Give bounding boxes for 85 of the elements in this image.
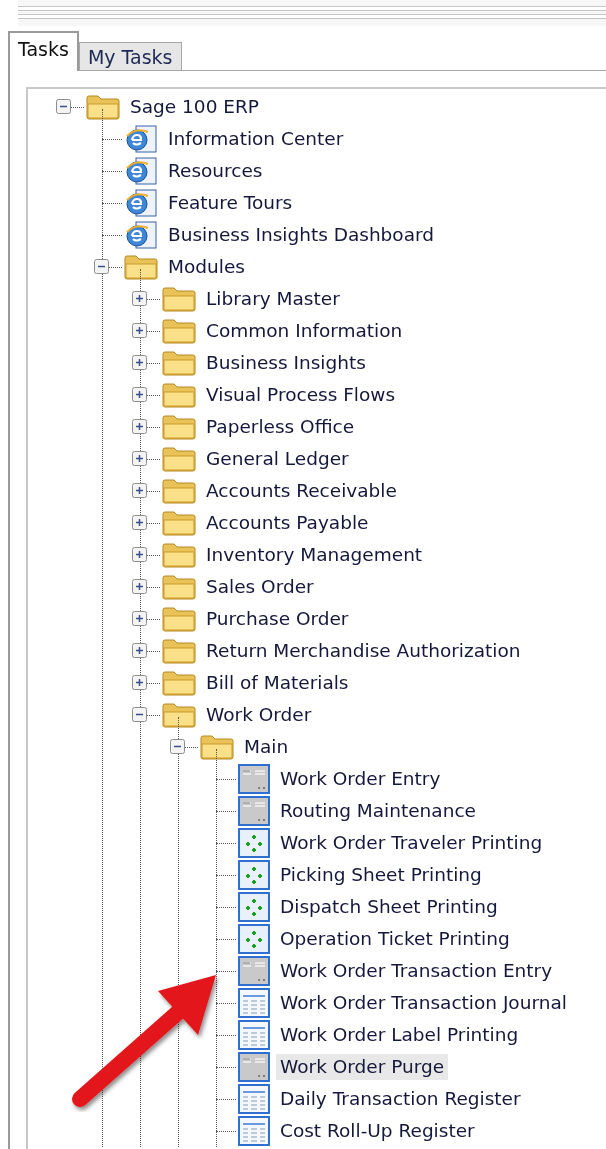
form-icon (238, 764, 270, 794)
report-icon (238, 988, 270, 1018)
tree-item[interactable]: Cost Roll-Up Register (276, 1118, 479, 1144)
web-page-icon (124, 220, 158, 250)
tree-item[interactable]: Inventory Management (202, 542, 427, 568)
tree-item[interactable]: Feature Tours (164, 190, 297, 216)
tree-item[interactable]: Paperless Office (202, 414, 359, 440)
form-icon (238, 796, 270, 826)
expand-toggle[interactable] (132, 291, 147, 306)
expand-toggle[interactable] (132, 515, 147, 530)
tree-item[interactable]: Common Information (202, 318, 407, 344)
form-icon (238, 1052, 270, 1082)
expand-toggle[interactable] (56, 99, 71, 114)
tree-item[interactable]: Modules (164, 254, 249, 280)
tree-item[interactable]: Bill of Materials (202, 670, 353, 696)
expand-toggle[interactable] (132, 419, 147, 434)
folder-icon (162, 286, 196, 312)
folder-icon (162, 606, 196, 632)
expand-toggle[interactable] (132, 707, 147, 722)
expand-toggle[interactable] (132, 643, 147, 658)
expand-toggle[interactable] (132, 483, 147, 498)
tree-item[interactable]: Purchase Order (202, 606, 353, 632)
tree-item[interactable]: Return Merchandise Authorization (202, 638, 525, 664)
report-icon (238, 1116, 270, 1146)
folder-icon (124, 254, 158, 280)
web-page-icon (124, 124, 158, 154)
folder-icon (162, 478, 196, 504)
tree-item[interactable]: General Ledger (202, 446, 353, 472)
expand-toggle[interactable] (132, 611, 147, 626)
folder-icon (162, 638, 196, 664)
tree-item[interactable]: Business Insights (202, 350, 370, 376)
form-icon (238, 956, 270, 986)
folder-icon (162, 670, 196, 696)
tree-item[interactable]: Information Center (164, 126, 348, 152)
tree-item[interactable]: Work Order Label Printing (276, 1022, 523, 1048)
tree-item[interactable]: Library Master (202, 286, 344, 312)
expand-toggle[interactable] (132, 355, 147, 370)
expand-toggle[interactable] (132, 547, 147, 562)
report-icon (238, 1020, 270, 1050)
tree-item[interactable]: Work Order Traveler Printing (276, 830, 547, 856)
folder-icon (162, 542, 196, 568)
folder-icon (162, 446, 196, 472)
tree-item[interactable]: Visual Process Flows (202, 382, 400, 408)
tree-item[interactable]: Sales Order (202, 574, 318, 600)
web-page-icon (124, 188, 158, 218)
tree-item[interactable]: Work Order Transaction Journal (276, 990, 571, 1016)
tree-item[interactable]: Accounts Receivable (202, 478, 401, 504)
report-icon (238, 1084, 270, 1114)
folder-icon (200, 734, 234, 760)
tree-item[interactable]: Resources (164, 158, 267, 184)
process-icon (238, 828, 270, 858)
tree-item[interactable]: Routing Maintenance (276, 798, 480, 824)
folder-icon (162, 702, 196, 728)
process-icon (238, 924, 270, 954)
expand-toggle[interactable] (132, 579, 147, 594)
expand-toggle[interactable] (132, 675, 147, 690)
tree-item[interactable]: Work Order Transaction Entry (276, 958, 557, 984)
tree-item[interactable]: Work Order Entry (276, 766, 445, 792)
tree-item[interactable]: Daily Transaction Register (276, 1086, 525, 1112)
tree-item[interactable]: Picking Sheet Printing (276, 862, 486, 888)
tree-item[interactable]: Work Order (202, 702, 316, 728)
process-icon (238, 892, 270, 922)
web-page-icon (124, 156, 158, 186)
folder-icon (162, 414, 196, 440)
tree-item[interactable]: Sage 100 ERP (126, 94, 263, 120)
expand-toggle[interactable] (132, 387, 147, 402)
tab[interactable]: Tasks (8, 31, 79, 71)
expand-toggle[interactable] (132, 451, 147, 466)
folder-icon (162, 510, 196, 536)
folder-icon (162, 350, 196, 376)
tree-item[interactable]: Operation Ticket Printing (276, 926, 514, 952)
folder-icon (162, 382, 196, 408)
tree-item[interactable]: Work Order Purge (276, 1054, 449, 1080)
folder-icon (86, 94, 120, 120)
expand-toggle[interactable] (132, 323, 147, 338)
tree-item[interactable]: Main (240, 734, 293, 760)
process-icon (238, 860, 270, 890)
expand-toggle[interactable] (170, 739, 185, 754)
expand-toggle[interactable] (94, 259, 109, 274)
tree-item[interactable]: Accounts Payable (202, 510, 373, 536)
folder-icon (162, 574, 196, 600)
tab[interactable]: My Tasks (78, 42, 182, 70)
folder-icon (162, 318, 196, 344)
tree-item[interactable]: Dispatch Sheet Printing (276, 894, 502, 920)
tree-item[interactable]: Business Insights Dashboard (164, 222, 439, 248)
